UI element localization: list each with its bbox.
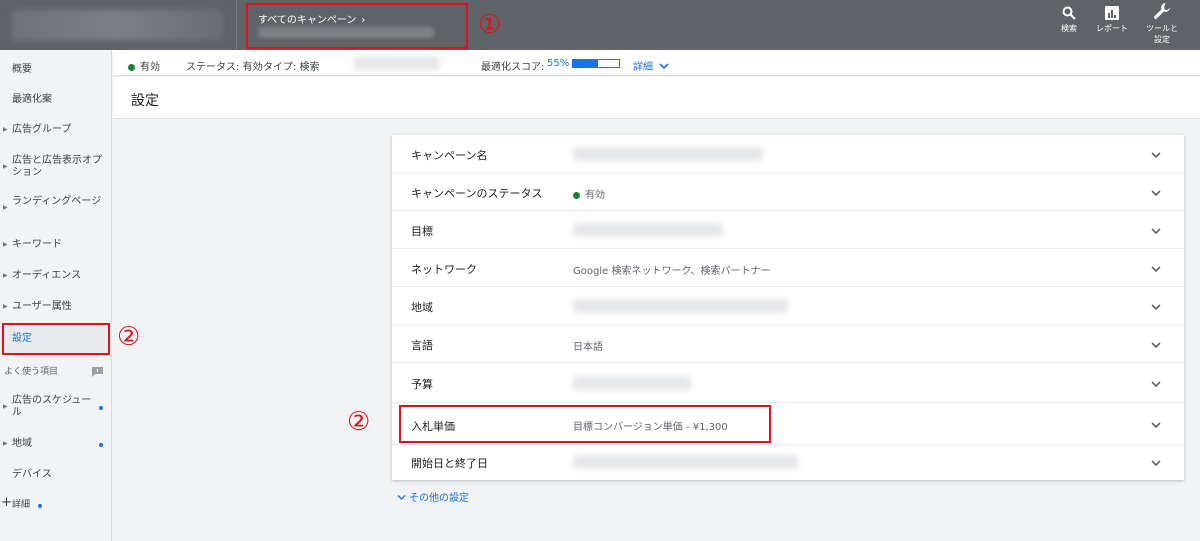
sidebar-item-label: 地域	[12, 438, 32, 449]
page-header: 設定	[113, 77, 1200, 119]
top-bar: すべてのキャンペーン › 検索 レポート ツールと 設定	[0, 0, 1200, 50]
chevron-down-icon[interactable]	[1150, 457, 1162, 469]
more-settings-link[interactable]: その他の設定	[397, 489, 469, 504]
details-link[interactable]: 詳細	[633, 58, 669, 73]
sidebar-item-label: ランディングページ	[12, 196, 102, 207]
details-label: 詳細	[633, 62, 653, 73]
plus-icon: +	[1, 495, 12, 510]
search-label: 検索	[1061, 24, 1077, 33]
status-dot-icon	[573, 192, 580, 199]
sidebar-item-label: オーディエンス	[12, 270, 82, 281]
chevron-down-icon[interactable]	[1150, 149, 1162, 161]
sidebar-item-label: デバイス	[12, 469, 52, 480]
chevron-down-icon[interactable]	[1150, 187, 1162, 199]
setting-value-redacted	[573, 147, 763, 161]
annotation-box-2-bidding	[399, 405, 771, 443]
report-icon	[1105, 6, 1119, 20]
chevron-down-icon[interactable]	[1150, 339, 1162, 351]
setting-value-redacted	[573, 455, 798, 469]
wrench-icon	[1154, 3, 1170, 19]
chevron-right-icon: ▶	[3, 163, 8, 170]
setting-value-status: 有効	[573, 186, 605, 201]
chevron-right-icon: ▶	[3, 241, 8, 248]
sidebar-item-label: キーワード	[12, 239, 62, 250]
settings-row-languages[interactable]: 言語 日本語	[392, 325, 1184, 363]
tools-settings-button[interactable]: ツールと 設定	[1140, 2, 1184, 45]
sidebar-item-label: 広告と広告表示オプション	[12, 155, 102, 178]
reports-button[interactable]: レポート	[1092, 6, 1132, 34]
chevron-down-icon[interactable]	[1150, 301, 1162, 313]
sidebar-item-label: 概要	[12, 64, 32, 75]
setting-label: 地域	[411, 301, 433, 314]
setting-value-redacted	[573, 376, 691, 390]
account-info-redacted[interactable]	[12, 10, 222, 40]
chevron-right-icon: ▶	[3, 440, 8, 447]
feedback-icon[interactable]	[92, 367, 103, 377]
optimization-score-value: 55%	[547, 58, 570, 69]
setting-label: 開始日と終了日	[411, 457, 488, 470]
optimization-score-fill	[573, 60, 599, 67]
setting-label: 予算	[411, 378, 433, 391]
setting-label: 言語	[411, 339, 433, 352]
setting-value: Google 検索ネットワーク、検索パートナー	[573, 266, 771, 277]
setting-value: 日本語	[573, 342, 603, 353]
sidebar-item-label: 最適化案	[12, 94, 52, 105]
setting-label: 目標	[411, 225, 433, 238]
setting-value: 有効	[585, 190, 605, 201]
setting-value-redacted	[573, 223, 723, 237]
chevron-right-icon: ▶	[3, 272, 8, 279]
sidebar-item-label: ユーザー属性	[12, 301, 72, 312]
chevron-down-icon[interactable]	[1150, 378, 1162, 390]
campaign-info-redacted	[354, 56, 440, 70]
settings-row-campaign-name[interactable]: キャンペーン名	[392, 135, 1184, 173]
setting-label: ネットワーク	[411, 263, 477, 276]
topbar-divider	[236, 0, 237, 50]
settings-row-locations[interactable]: 地域	[392, 287, 1184, 325]
status-dot-icon	[128, 64, 135, 71]
chevron-down-icon[interactable]	[1150, 263, 1162, 275]
chevron-right-icon: ▶	[3, 303, 8, 310]
annotation-marker-2-sidebar: ②	[117, 322, 141, 352]
sidebar-item-label: 詳細	[12, 500, 31, 510]
chevron-right-icon: ▶	[3, 204, 8, 211]
enabled-label: 有効	[140, 62, 160, 73]
chevron-down-icon[interactable]	[1150, 225, 1162, 237]
new-indicator-dot	[38, 504, 42, 508]
settings-row-campaign-status[interactable]: キャンペーンのステータス 有効	[392, 173, 1184, 211]
favorites-header-label: よく使う項目	[4, 367, 59, 377]
new-indicator-dot	[99, 443, 103, 447]
setting-value-redacted	[573, 299, 788, 313]
optimization-score-label: 最適化スコア:	[481, 62, 545, 73]
search-button[interactable]: 検索	[1056, 6, 1082, 34]
chevron-down-icon	[659, 63, 669, 70]
annotation-marker-1: ①	[478, 10, 502, 40]
settings-row-network[interactable]: ネットワーク Google 検索ネットワーク、検索パートナー	[392, 249, 1184, 287]
tools-settings-label: ツールと 設定	[1146, 24, 1178, 44]
setting-label: キャンペーン名	[411, 149, 488, 162]
chevron-down-icon	[397, 495, 406, 500]
sidebar-item-label: 広告のスケジュール	[12, 395, 92, 418]
chevron-down-icon[interactable]	[1150, 419, 1162, 431]
more-settings-label: その他の設定	[409, 493, 469, 504]
sidebar-item-label: 広告グループ	[12, 124, 72, 135]
optimization-score-bar	[572, 59, 620, 68]
type-text: タイプ: 検索	[263, 62, 320, 73]
enabled-status[interactable]: 有効	[128, 58, 160, 73]
annotation-marker-2-bidding: ②	[347, 407, 371, 437]
new-indicator-dot	[99, 406, 103, 410]
status-text: ステータス: 有効	[186, 62, 263, 73]
annotation-box-1	[246, 3, 468, 49]
page-title: 設定	[131, 93, 159, 109]
settings-row-goal[interactable]: 目標	[392, 211, 1184, 249]
annotation-box-2-sidebar	[2, 323, 110, 355]
settings-row-start-end-dates[interactable]: 開始日と終了日	[392, 445, 1184, 480]
chevron-right-icon: ▶	[3, 126, 8, 133]
settings-row-budget[interactable]: 予算	[392, 363, 1184, 403]
chevron-right-icon: ▶	[3, 403, 8, 410]
setting-label: キャンペーンのステータス	[411, 187, 543, 200]
reports-label: レポート	[1096, 24, 1128, 33]
campaign-status-bar: 有効 ステータス: 有効 タイプ: 検索 最適化スコア: 55% 詳細	[113, 50, 1200, 76]
search-icon	[1062, 6, 1076, 20]
